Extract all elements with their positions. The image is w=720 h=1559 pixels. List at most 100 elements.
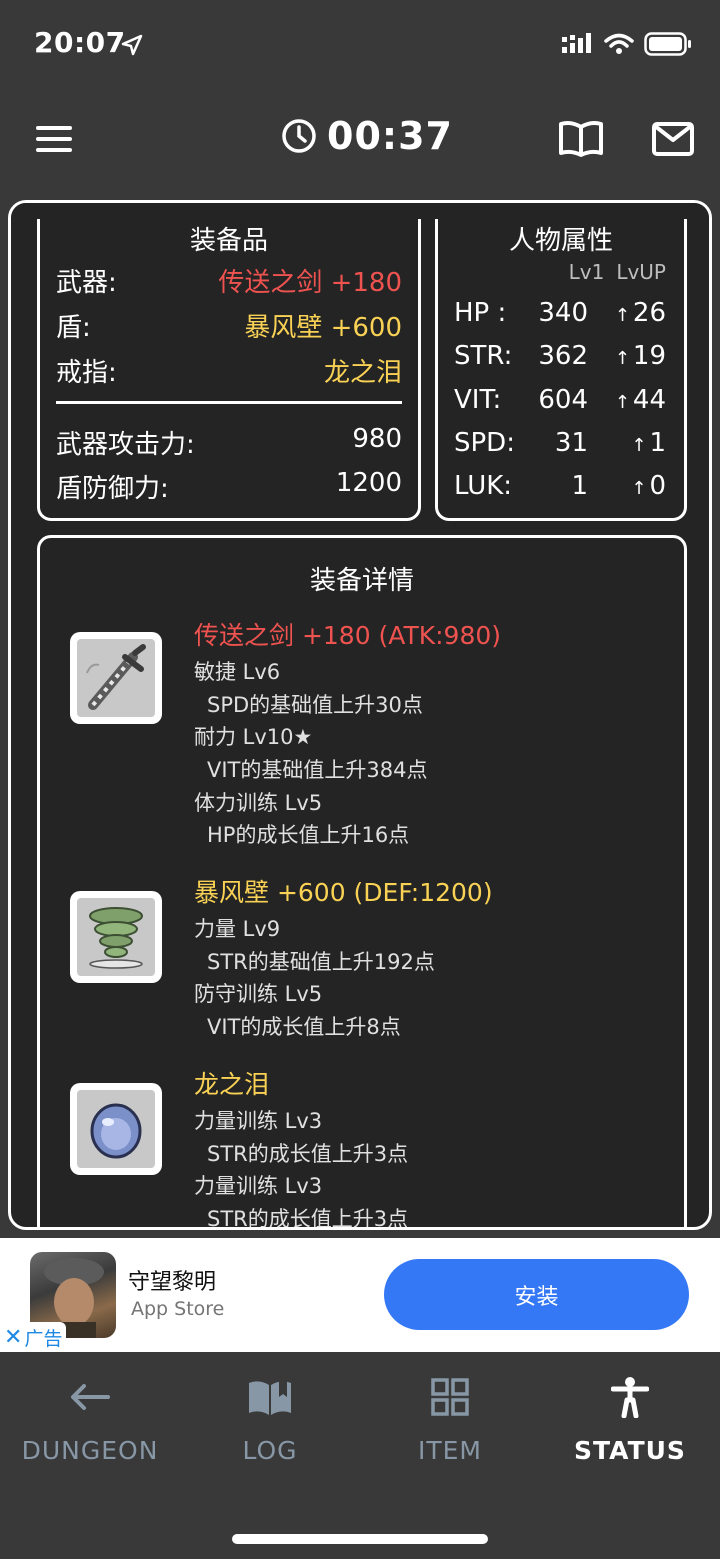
growth-value: 26 bbox=[632, 298, 666, 328]
close-icon[interactable]: ✕ bbox=[4, 1325, 22, 1350]
effect-line: SPD的基础值上升30点 bbox=[207, 692, 423, 717]
effect-line: STR的成长值上升3点 bbox=[207, 1207, 409, 1230]
menu-icon[interactable] bbox=[36, 126, 72, 154]
lvup-column-header: LvUP bbox=[616, 260, 666, 284]
attribute-row-str: STR: 362 ↑ 19 bbox=[454, 341, 666, 377]
tab-dungeon[interactable]: DUNGEON bbox=[0, 1372, 180, 1465]
open-book-icon[interactable] bbox=[558, 120, 604, 164]
attribute-row-luk: LUK: 1 ↑ 0 bbox=[454, 471, 666, 507]
weapon-attack-row: 武器攻击力: 980 bbox=[56, 424, 402, 461]
item-effects: 敏捷 Lv6 SPD的基础值上升30点 耐力 Lv10★ VIT的基础值上升38… bbox=[194, 656, 427, 852]
person-icon bbox=[540, 1372, 720, 1422]
attribute-growth: ↑ 19 bbox=[615, 341, 666, 371]
effect-line: 力量 Lv9 bbox=[194, 917, 281, 941]
details-title: 装备详情 bbox=[309, 566, 414, 596]
attributes-title: 人物属性 bbox=[508, 226, 613, 256]
tab-label: DUNGEON bbox=[21, 1436, 159, 1465]
equipment-details-box: 装备详情 传送之剑 +180 (ATK:980) 敏捷 Lv6 SPD的基础值上… bbox=[37, 535, 687, 1230]
ad-tag-label: 广告 bbox=[24, 1327, 63, 1350]
install-button[interactable]: 安装 bbox=[384, 1259, 689, 1330]
equipment-title: 装备品 bbox=[189, 226, 268, 256]
weapon-value: 传送之剑 +180 bbox=[218, 268, 402, 298]
item-name: 传送之剑 +180 (ATK:980) bbox=[194, 621, 502, 650]
arrow-up-icon: ↑ bbox=[614, 392, 630, 413]
grid-icon bbox=[360, 1372, 540, 1422]
effect-line: 力量训练 Lv3 bbox=[194, 1174, 323, 1199]
shield-defense-row: 盾防御力: 1200 bbox=[56, 468, 402, 505]
arrow-left-icon bbox=[0, 1372, 180, 1422]
attributes-header: Lv1 LvUP bbox=[569, 260, 666, 284]
attribute-row-spd: SPD: 31 ↑ 1 bbox=[454, 428, 666, 464]
attribute-growth: ↑ 26 bbox=[615, 298, 666, 328]
book-icon bbox=[180, 1372, 360, 1422]
growth-value: 19 bbox=[632, 341, 666, 371]
ring-label: 戒指: bbox=[56, 358, 117, 388]
effect-line: VIT的基础值上升384点 bbox=[207, 758, 428, 783]
effect-line: 体力训练 Lv5 bbox=[194, 790, 323, 815]
effect-line: 防守训练 Lv5 bbox=[194, 982, 323, 1007]
weapon-attack-label: 武器攻击力: bbox=[56, 430, 195, 460]
attribute-name: LUK: bbox=[454, 471, 513, 501]
tab-log[interactable]: LOG bbox=[180, 1372, 360, 1465]
growth-value: 44 bbox=[632, 385, 666, 415]
shield-defense-value: 1200 bbox=[335, 468, 402, 498]
wifi-icon bbox=[604, 33, 634, 54]
status-bar: 20:07 bbox=[0, 0, 720, 90]
status-indicators bbox=[562, 32, 692, 56]
arrow-up-icon: ↑ bbox=[631, 435, 647, 456]
arrow-up-icon: ↑ bbox=[614, 348, 630, 369]
tab-status[interactable]: STATUS bbox=[540, 1372, 720, 1465]
ring-value: 龙之泪 bbox=[323, 358, 402, 388]
attribute-growth: ↑ 0 bbox=[631, 471, 666, 501]
attributes-box: 人物属性 Lv1 LvUP HP : 340 ↑ 26 STR: 362 ↑ 19 … bbox=[435, 205, 687, 521]
tornado-shield-icon bbox=[89, 907, 143, 969]
tab-item[interactable]: ITEM bbox=[360, 1372, 540, 1465]
sword-icon bbox=[86, 644, 146, 710]
dragon-tear-gem-icon bbox=[90, 1103, 142, 1159]
shield-value: 暴风壁 +600 bbox=[244, 313, 402, 343]
ad-subtitle: App Store bbox=[131, 1298, 225, 1320]
item-effects: 力量 Lv9 STR的基础值上升192点 防守训练 Lv5 VIT的成长值上升8… bbox=[194, 913, 435, 1044]
bottom-tab-bar: DUNGEON LOG ITEM STATUS bbox=[0, 1352, 720, 1559]
status-time: 20:07 bbox=[34, 26, 126, 59]
attribute-value: 31 bbox=[554, 428, 588, 458]
growth-value: 0 bbox=[649, 471, 666, 501]
home-indicator[interactable] bbox=[232, 1534, 488, 1544]
ad-tag[interactable]: ✕ 广告 bbox=[0, 1322, 67, 1352]
tab-label: LOG bbox=[242, 1436, 298, 1465]
effect-line: 敏捷 Lv6 bbox=[194, 660, 281, 684]
location-arrow-icon bbox=[120, 33, 144, 61]
ad-banner[interactable]: 守望黎明 App Store 安装 ✕ 广告 bbox=[0, 1238, 720, 1352]
effect-line: HP的成长值上升16点 bbox=[207, 823, 410, 848]
top-header: 00:37 bbox=[0, 90, 720, 190]
attribute-row-hp: HP : 340 ↑ 26 bbox=[454, 298, 666, 334]
attribute-name: VIT: bbox=[454, 385, 502, 415]
shield-defense-label: 盾防御力: bbox=[56, 474, 169, 504]
cellular-signal-icon bbox=[562, 33, 591, 53]
effect-line: 力量训练 Lv3 bbox=[194, 1109, 323, 1133]
shield-row: 盾: 暴风壁 +600 bbox=[56, 307, 402, 344]
shield-label: 盾: bbox=[56, 313, 91, 343]
weapon-attack-value: 980 bbox=[352, 424, 402, 454]
ad-title: 守望黎明 bbox=[128, 1270, 217, 1295]
arrow-up-icon: ↑ bbox=[631, 478, 647, 499]
effect-line: VIT的成长值上升8点 bbox=[207, 1015, 401, 1040]
timer: 00:37 bbox=[281, 114, 453, 158]
tab-label: ITEM bbox=[417, 1436, 482, 1465]
lv1-column-header: Lv1 bbox=[568, 260, 605, 284]
mail-icon[interactable] bbox=[652, 122, 694, 160]
item-thumbnail bbox=[70, 632, 162, 724]
attribute-value: 340 bbox=[538, 298, 588, 328]
battery-icon bbox=[644, 32, 691, 56]
effect-line: STR的成长值上升3点 bbox=[207, 1141, 409, 1166]
item-thumbnail bbox=[70, 1083, 162, 1175]
attribute-name: HP : bbox=[454, 298, 507, 328]
weapon-label: 武器: bbox=[56, 268, 117, 298]
effect-line: 耐力 Lv10★ bbox=[194, 725, 313, 750]
attribute-growth: ↑ 1 bbox=[631, 428, 666, 458]
status-panel[interactable]: 装备品 武器: 传送之剑 +180 盾: 暴风壁 +600 戒指: 龙之泪 武器… bbox=[8, 200, 712, 1230]
item-name: 暴风壁 +600 (DEF:1200) bbox=[194, 878, 493, 907]
item-name: 龙之泪 bbox=[194, 1070, 270, 1099]
scroll-fade-top bbox=[11, 203, 709, 219]
ring-row: 戒指: 龙之泪 bbox=[56, 352, 402, 389]
